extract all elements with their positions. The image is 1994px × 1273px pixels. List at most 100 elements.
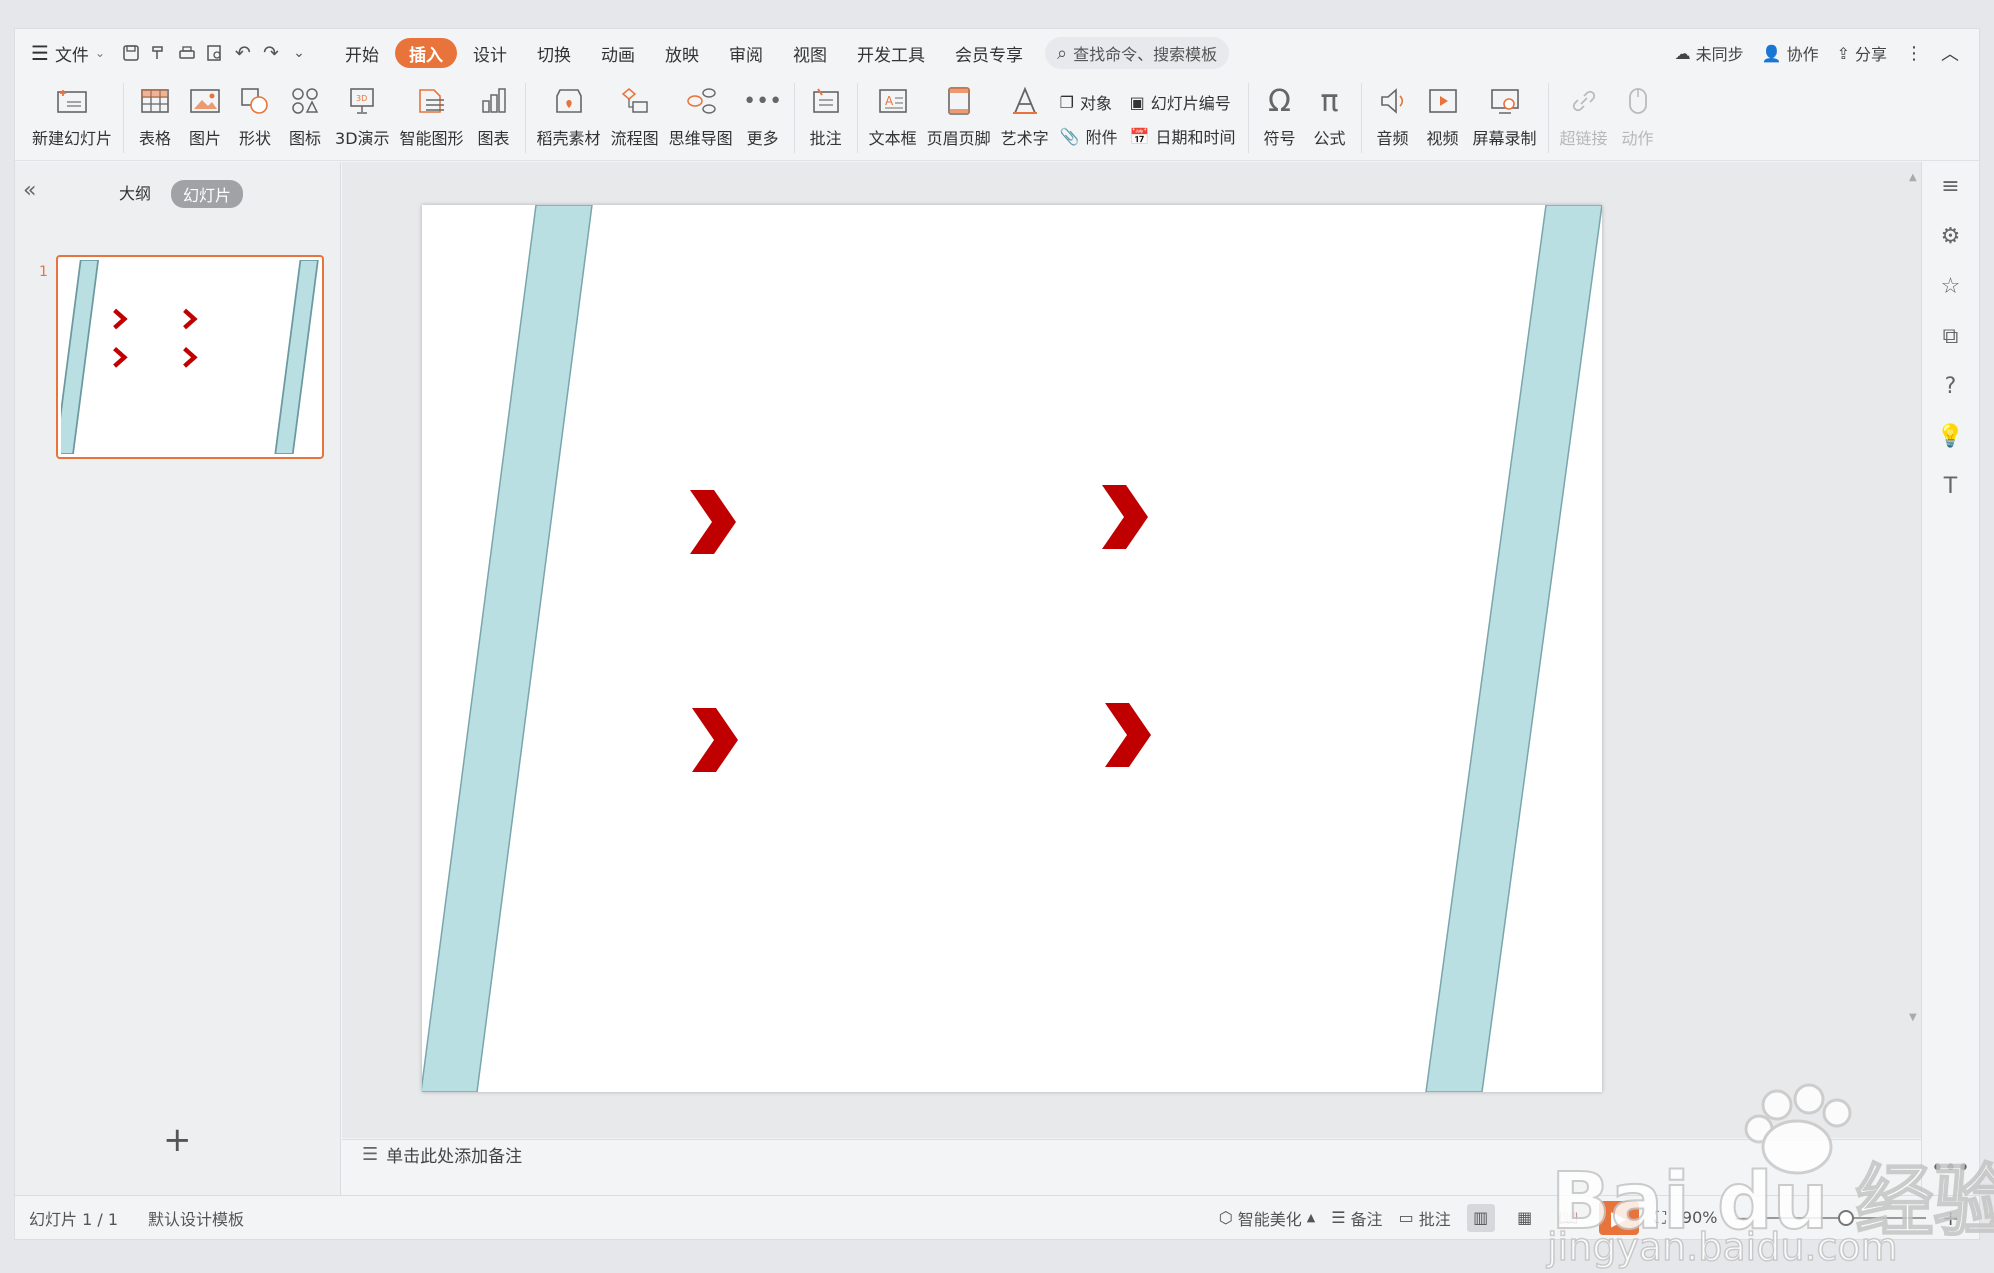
notes-toggle-button[interactable]: ☰ 备注 [1331,1206,1382,1230]
picture-label: 图片 [189,129,222,148]
tab-insert[interactable]: 插入 [395,38,457,68]
picture-button[interactable]: 图片 [185,77,225,161]
tab-member[interactable]: 会员专享 [941,38,1037,68]
user-add-icon: 👤 [1761,43,1782,63]
star-icon[interactable]: ☆ [1937,272,1965,300]
menu-lines-icon[interactable]: ≡ [1937,172,1965,200]
slide-number-button[interactable]: ▣ 幻灯片编号 [1130,90,1236,114]
tab-animation[interactable]: 动画 [587,38,649,68]
chart-icon [474,81,514,121]
object-label: 对象 [1079,94,1112,113]
cloud-icon: ☁ [1674,43,1691,63]
icon-label: 图标 [289,129,322,148]
mouse-icon [1618,81,1658,121]
tab-design[interactable]: 设计 [459,38,521,68]
app-window: ☰ 文件 ⌄ ↶ ↷ ⌄ 开始 插入 设计 切换 动画 放映 审阅 视图 开发工… [14,28,1994,1270]
header-footer-icon [939,81,979,121]
scroll-down-icon[interactable]: ▼ [1909,1012,1917,1023]
audio-button[interactable]: 音频 [1373,77,1413,161]
notes-toggle-label: 备注 [1350,1209,1383,1229]
svg-text:A: A [885,94,894,108]
print-icon[interactable] [173,39,201,67]
save-icon[interactable] [117,39,145,67]
undo-icon[interactable]: ↶ [229,39,257,67]
print-preview-icon[interactable] [201,39,229,67]
vertical-scrollbar[interactable]: ▲ ▼ [1902,162,1922,1138]
3d-demo-button[interactable]: 3D 3D演示 [335,77,390,161]
divider [793,83,795,153]
symbol-button[interactable]: Ω 符号 [1260,77,1300,161]
icon-button[interactable]: 图标 [285,77,325,161]
command-search[interactable]: ⌕ 查找命令、搜索模板 [1045,37,1230,69]
help-icon[interactable]: ? [1937,372,1965,400]
screen-record-button[interactable]: 屏幕录制 [1473,77,1537,161]
shape-button[interactable]: 形状 [235,77,275,161]
smartart-button[interactable]: 智能图形 [400,77,464,161]
table-button[interactable]: 表格 [135,77,175,161]
collaborate-button[interactable]: 👤 协作 [1762,41,1819,65]
tab-view[interactable]: 视图 [779,38,841,68]
collapse-pane-icon[interactable]: « [23,178,36,203]
video-label: 视频 [1426,129,1459,148]
scroll-up-icon[interactable]: ▲ [1909,172,1917,183]
comment-button[interactable]: 批注 [806,77,846,161]
add-slide-icon[interactable]: + [163,1120,192,1160]
notes-lines-icon: ☰ [1331,1208,1346,1227]
beautify-button[interactable]: ⬡ 智能美化 ▲ [1219,1206,1315,1230]
menu-bar: ☰ 文件 ⌄ ↶ ↷ ⌄ 开始 插入 设计 切换 动画 放映 审阅 视图 开发工… [15,29,1979,77]
textbox-button[interactable]: A 文本框 [869,77,917,161]
slide-thumbnail[interactable] [54,255,324,459]
customize-toolbar-icon[interactable]: ⌄ [285,39,313,67]
smartart-label: 智能图形 [399,129,464,148]
wordart-label: 艺术字 [1000,129,1049,148]
collapse-ribbon-icon[interactable]: ︿ [1941,40,1959,66]
screen-record-icon [1485,81,1525,121]
transition-icon[interactable]: ⧉ [1937,322,1965,350]
action-button[interactable]: 动作 [1618,77,1658,161]
editing-canvas: ▲ ▼ [342,162,1922,1138]
tab-start[interactable]: 开始 [331,38,393,68]
tab-developer[interactable]: 开发工具 [843,38,939,68]
new-slide-button[interactable]: 新建幻灯片 [32,77,112,161]
tab-review[interactable]: 审阅 [715,38,777,68]
template-name[interactable]: 默认设计模板 [148,1206,244,1230]
attachment-button[interactable]: 📎 附件 [1060,124,1118,148]
slide-number-icon: ▣ [1129,92,1145,112]
redo-icon[interactable]: ↷ [257,39,285,67]
normal-view-icon[interactable]: ▥ [1466,1203,1495,1232]
grid-view-icon[interactable]: ▦ [1511,1204,1539,1232]
format-painter-icon[interactable] [145,39,173,67]
share-button[interactable]: ⇪ 分享 [1837,41,1887,65]
video-button[interactable]: 视频 [1423,77,1463,161]
datetime-button[interactable]: 📅 日期和时间 [1130,124,1236,148]
slide-1[interactable] [420,204,1603,1093]
tab-slideshow[interactable]: 放映 [651,38,713,68]
material-button[interactable]: 稻壳素材 [537,77,601,161]
divider [1247,83,1249,153]
more-button[interactable]: ••• 更多 [743,77,783,161]
cube-icon: ⬡ [1218,1208,1233,1227]
divider [524,83,526,153]
wordart-button[interactable]: 艺术字 [1001,77,1049,161]
comments-toggle-button[interactable]: ▭ 批注 [1399,1206,1451,1230]
left-teal-band [420,204,593,1093]
chart-button[interactable]: 图表 [474,77,514,161]
bulb-icon[interactable]: 💡 [1937,422,1965,450]
object-button[interactable]: ❐ 对象 [1060,90,1118,114]
new-slide-label: 新建幻灯片 [32,129,113,148]
tab-slides[interactable]: 幻灯片 [171,180,244,208]
file-menu[interactable]: ☰ 文件 ⌄ [25,37,111,69]
divider [856,83,858,153]
mindmap-button[interactable]: 思维导图 [669,77,733,161]
tab-transition[interactable]: 切换 [523,38,585,68]
more-menu-icon[interactable]: ⋮ [1905,43,1923,64]
flowchart-label: 流程图 [610,129,659,148]
sync-button[interactable]: ☁ 未同步 [1675,41,1744,65]
text-icon[interactable]: T [1937,472,1965,500]
properties-icon[interactable]: ⚙ [1937,222,1965,250]
header-footer-button[interactable]: 页眉页脚 [927,77,991,161]
formula-button[interactable]: π 公式 [1310,77,1350,161]
hyperlink-button[interactable]: 超链接 [1560,77,1608,161]
tab-outline[interactable]: 大纲 [119,180,151,204]
flowchart-button[interactable]: 流程图 [611,77,659,161]
